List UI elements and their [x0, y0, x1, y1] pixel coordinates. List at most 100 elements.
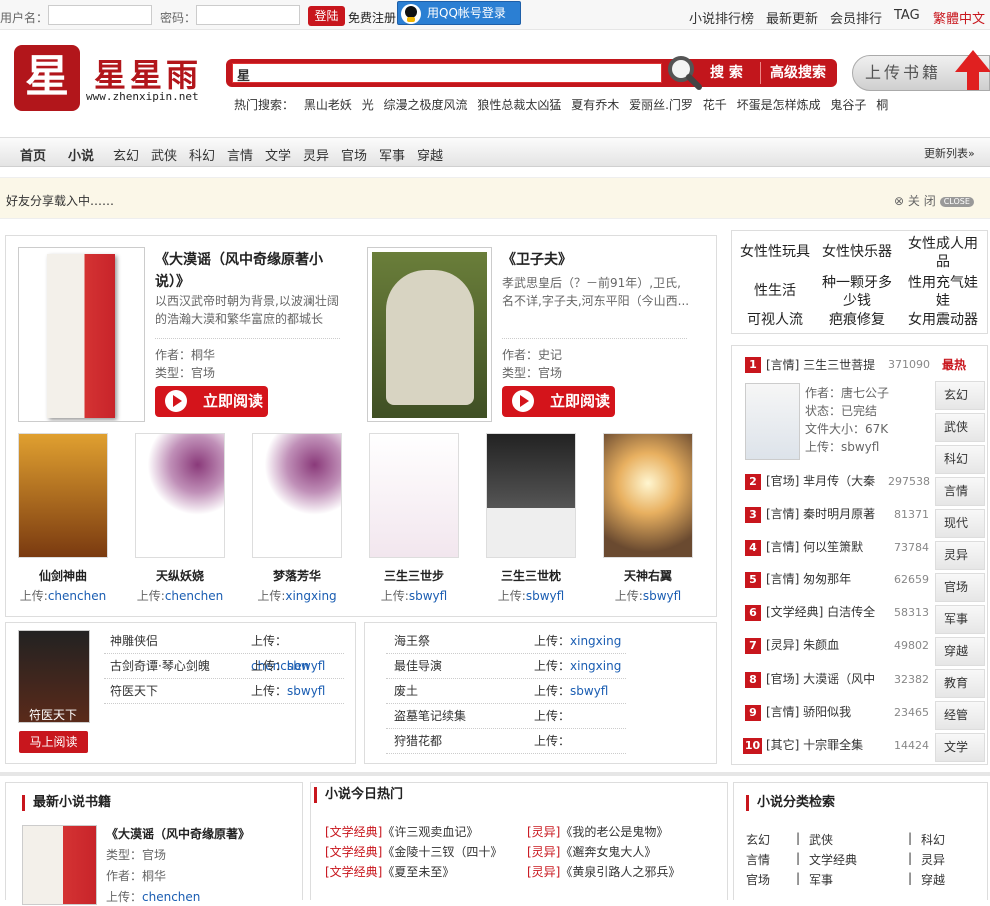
uploader-link[interactable]: sbwyfl [287, 684, 325, 698]
category-link[interactable]: 官场 [746, 871, 770, 888]
magnifier-icon[interactable] [666, 54, 702, 90]
search-input[interactable]: 星 [232, 63, 662, 84]
list-row-title[interactable]: 海王祭 [394, 629, 430, 654]
today-hot-book[interactable]: 《金陵十三钗（四十》 [382, 845, 502, 859]
latest-book-title[interactable]: 《大漠谣（风中奇缘原著》 [106, 825, 250, 842]
member-rank-link[interactable]: 会员排行 [830, 8, 882, 27]
list-row-title[interactable]: 狩猎花都 [394, 729, 442, 754]
today-hot-tag[interactable]: [灵异] [527, 845, 560, 859]
ad-link[interactable]: 疤痕修复 [818, 311, 896, 329]
read-now-button-2[interactable]: 立即阅读 [502, 386, 615, 417]
latest-update-link[interactable]: 最新更新 [766, 8, 818, 27]
category-link[interactable]: 灵异 [921, 851, 945, 868]
hot-term[interactable]: 综漫之极度风流 [384, 98, 468, 112]
featured-title-2[interactable]: 《卫子夫》 [502, 249, 692, 271]
today-hot-book[interactable]: 《邂奔女鬼大人》 [560, 845, 656, 859]
today-hot-tag[interactable]: [灵异] [527, 865, 560, 879]
nav-update-list[interactable]: 更新列表» [924, 145, 975, 161]
today-hot-item[interactable]: [灵异]《邂奔女鬼大人》 [527, 843, 656, 860]
thumb-cover-5[interactable] [486, 433, 576, 558]
register-link[interactable]: 免费注册 [348, 9, 396, 26]
rank-tab-junshi[interactable]: 军事 [935, 605, 985, 634]
today-hot-book[interactable]: 《我的老公是鬼物》 [560, 825, 668, 839]
today-hot-item[interactable]: [文学经典]《金陵十三钗（四十》 [325, 843, 502, 860]
search-button[interactable]: 搜 索 [710, 59, 758, 87]
thumb-title-6[interactable]: 天神右翼 [603, 567, 693, 584]
uploader-link[interactable]: sbwyfl [570, 684, 608, 698]
nav-lingyi[interactable]: 灵异 [303, 145, 329, 164]
hot-term[interactable]: 花千 [703, 98, 727, 112]
ad-link[interactable]: 性用充气娃娃 [904, 274, 982, 310]
today-hot-book[interactable]: 《黄泉引路人之邪兵》 [560, 865, 680, 879]
thumb-title-2[interactable]: 天纵妖娆 [135, 567, 225, 584]
uploader-link[interactable]: chenchen [142, 890, 200, 904]
today-hot-book[interactable]: 《夏至未至》 [382, 865, 454, 879]
qq-login-button[interactable]: 用QQ帐号登录 [397, 1, 521, 25]
rank-tab-xuanhuan[interactable]: 玄幻 [935, 381, 985, 410]
list-row[interactable]: 狩猎花都 上传： [386, 729, 626, 754]
nav-yanqing[interactable]: 言情 [227, 145, 253, 164]
hot-term[interactable]: 鬼谷子 [830, 98, 866, 112]
nav-home[interactable]: 首页 [20, 145, 46, 164]
rank-title[interactable]: [言情] 秦时明月原著 [766, 505, 876, 522]
rank-tab-jiaoyu[interactable]: 教育 [935, 669, 985, 698]
rank-tab-wuxia[interactable]: 武侠 [935, 413, 985, 442]
uploader-link[interactable]: xingxing [570, 634, 621, 648]
hot-term[interactable]: 光 [362, 98, 374, 112]
list-row-title[interactable]: 符医天下 [110, 679, 158, 704]
rank-tab-lingyi[interactable]: 灵异 [935, 541, 985, 570]
list-row-title[interactable]: 最佳导演 [394, 654, 442, 679]
uploader-link[interactable]: sbwyfl [526, 589, 564, 603]
list-row-title[interactable]: 盗墓笔记续集 [394, 704, 466, 729]
ad-link[interactable]: 女性成人用品 [904, 235, 982, 271]
list-row-title[interactable]: 古剑奇谭·琴心剑魄 [110, 654, 210, 679]
list-row[interactable]: 废土 上传：sbwyfl [386, 679, 626, 704]
ad-link[interactable]: 可视人流 [736, 311, 814, 329]
uploader-link[interactable]: xingxing [570, 659, 621, 673]
list-row[interactable]: 古剑奇谭·琴心剑魄 上传：sbwyfl [104, 654, 344, 679]
category-link[interactable]: 武侠 [809, 831, 833, 848]
rank-title[interactable]: [言情] 骄阳似我 [766, 703, 876, 720]
uploader-link[interactable]: xingxing [285, 589, 336, 603]
ad-link[interactable]: 种一颗牙多少钱 [818, 274, 896, 310]
nav-xuanhuan[interactable]: 玄幻 [113, 145, 139, 164]
today-hot-tag[interactable]: [文学经典] [325, 825, 382, 839]
nav-guanchang[interactable]: 官场 [341, 145, 367, 164]
rank-title[interactable]: [言情] 匆匆那年 [766, 570, 876, 587]
today-hot-book[interactable]: 《许三观卖血记》 [382, 825, 478, 839]
today-hot-item[interactable]: [文学经典]《许三观卖血记》 [325, 823, 478, 840]
today-hot-item[interactable]: [灵异]《我的老公是鬼物》 [527, 823, 668, 840]
upload-book-button[interactable]: 上传书籍 [852, 50, 990, 91]
featured-cover-1[interactable] [18, 247, 145, 422]
rank-title[interactable]: [言情] 三生三世菩提 [766, 356, 876, 373]
list-row-title[interactable]: 废土 [394, 679, 418, 704]
thumb-title-1[interactable]: 仙剑神曲 [18, 567, 108, 584]
thumb-cover-4[interactable] [369, 433, 459, 558]
uploader-link[interactable]: sbwyfl [643, 589, 681, 603]
tag-link[interactable]: TAG [894, 8, 920, 23]
featured-cover-2[interactable] [367, 247, 492, 422]
rank-title[interactable]: [灵异] 朱颜血 [766, 636, 876, 653]
ad-link[interactable]: 女性快乐器 [818, 243, 896, 261]
nav-junshi[interactable]: 军事 [379, 145, 405, 164]
rank-title[interactable]: [官场] 芈月传（大秦 [766, 472, 876, 489]
hot-term[interactable]: 爱丽丝.门罗 [629, 98, 693, 112]
category-link[interactable]: 言情 [746, 851, 770, 868]
category-link[interactable]: 科幻 [921, 831, 945, 848]
hot-term[interactable]: 狼性总裁太凶猛 [477, 98, 561, 112]
category-link[interactable]: 文学经典 [809, 851, 857, 868]
rank-tab-xiandai[interactable]: 现代 [935, 509, 985, 538]
thumb-cover-6[interactable] [603, 433, 693, 558]
rank-title[interactable]: [文学经典] 白洁传全 [766, 603, 881, 620]
login-button[interactable]: 登陆 [308, 6, 345, 26]
list-row[interactable]: 海王祭 上传：xingxing [386, 629, 626, 654]
category-link[interactable]: 玄幻 [746, 831, 770, 848]
latest-cover[interactable] [22, 825, 97, 905]
traditional-chinese-link[interactable]: 繁體中文 [933, 8, 985, 27]
ad-link[interactable]: 女性性玩具 [736, 243, 814, 261]
rank-title[interactable]: [官场] 大漠谣（风中 [766, 670, 876, 687]
thumb-title-5[interactable]: 三生三世枕 [486, 567, 576, 584]
thumb-cover-3[interactable] [252, 433, 342, 558]
logo-mark[interactable]: 星 [14, 45, 80, 111]
uploader-link[interactable]: chenchen [48, 589, 106, 603]
